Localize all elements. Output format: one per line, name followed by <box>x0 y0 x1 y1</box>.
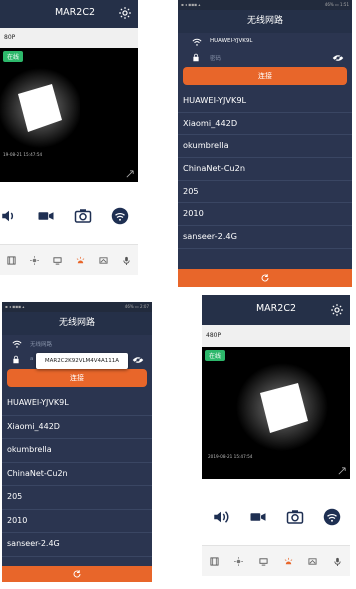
wifi-title: 无线网路 <box>2 312 152 335</box>
status-icons: ▪ ◂ ◾◾◾ ▴ <box>181 2 201 7</box>
network-item[interactable]: HUAWEI-YJVK9L <box>2 392 152 416</box>
camera-header: MAR2C2 <box>202 295 350 325</box>
image-icon[interactable] <box>99 256 108 265</box>
light-icon[interactable] <box>234 556 244 566</box>
ssid-value[interactable]: 无线网路 <box>30 340 52 348</box>
password-row: 密码 <box>178 51 352 65</box>
status-time: 46% ▭ 1:51 <box>324 2 349 7</box>
fullscreen-icon[interactable] <box>126 170 134 178</box>
connect-button[interactable]: 连接 <box>7 369 147 387</box>
video-record-icon[interactable] <box>37 207 55 225</box>
wifi-screen-bottom-left: ▪ ◂ ◾◾◾ ▴ 46% ▭ 2:07 无线网路 无线网路 a 连接 HUAW… <box>2 302 152 582</box>
image-icon[interactable] <box>308 557 318 566</box>
lock-icon <box>13 355 19 364</box>
network-item[interactable]: HUAWEI-YJVK9L <box>178 90 352 113</box>
control-row <box>0 202 138 230</box>
speaker-icon[interactable] <box>0 207 18 225</box>
wifi-screen-top-right: ▪ ◂ ◾◾◾ ▴ 46% ▭ 1:51 无线网路 HUAWEI-YJVK9L … <box>178 0 352 287</box>
ssid-value[interactable]: HUAWEI-YJVK9L <box>210 38 252 44</box>
online-badge: 在线 <box>205 350 226 361</box>
refresh-bar[interactable] <box>178 269 352 287</box>
network-item[interactable]: 205 <box>178 180 352 204</box>
camera-screen-top-left: MAR2C2 80P 在线 19-08-21 15:47:54 <box>0 0 138 287</box>
bottom-toolbar <box>0 245 138 275</box>
camera-icon[interactable] <box>286 508 304 526</box>
video-timestamp: 2019-08-21 15:47:54 <box>208 454 253 459</box>
resolution-label[interactable]: 80P <box>0 28 138 48</box>
network-item[interactable]: Xiaomi_442D <box>178 112 352 136</box>
fullscreen-icon[interactable] <box>338 467 346 475</box>
status-time: 46% ▭ 2:07 <box>124 304 149 309</box>
wifi-icon[interactable] <box>111 207 129 225</box>
network-item[interactable]: okumbrella <box>178 135 352 159</box>
connect-button[interactable]: 连接 <box>183 67 347 85</box>
network-item[interactable]: ChinaNet-Cu2n <box>178 158 352 181</box>
alarm-icon[interactable] <box>76 256 85 265</box>
wifi-title: 无线网路 <box>178 10 352 33</box>
lock-icon <box>193 53 199 62</box>
monitor-icon[interactable] <box>53 256 62 265</box>
video-feed[interactable]: 在线 2019-08-21 15:47:54 <box>202 347 350 479</box>
speaker-icon[interactable] <box>212 508 230 526</box>
password-field[interactable]: 密码 <box>210 54 221 62</box>
camera-icon[interactable] <box>74 207 92 225</box>
control-row <box>202 503 350 531</box>
bottom-toolbar <box>202 546 350 576</box>
network-item[interactable]: okumbrella <box>2 439 152 463</box>
status-bar: ▪ ◂ ◾◾◾ ▴ 46% ▭ 2:07 <box>2 302 152 312</box>
gear-icon[interactable] <box>118 6 132 20</box>
network-list: HUAWEI-YJVK9L Xiaomi_442D okumbrella Chi… <box>2 392 152 557</box>
light-square <box>0 68 80 148</box>
video-feed[interactable]: 在线 19-08-21 15:47:54 <box>0 48 138 182</box>
network-item[interactable]: 2010 <box>2 509 152 533</box>
network-item[interactable]: 2010 <box>178 203 352 227</box>
wifi-icon[interactable] <box>323 508 341 526</box>
resolution-label[interactable]: 480P <box>202 325 350 347</box>
camera-header: MAR2C2 <box>0 0 138 28</box>
status-bar: ▪ ◂ ◾◾◾ ▴ 46% ▭ 1:51 <box>178 0 352 10</box>
network-item[interactable]: sanseer-2.4G <box>2 533 152 557</box>
autocomplete-popup[interactable]: MAR2C2K92VLM4V4A111A <box>36 353 128 369</box>
network-list: HUAWEI-YJVK9L Xiaomi_442D okumbrella Chi… <box>178 90 352 249</box>
alarm-icon[interactable] <box>284 557 293 566</box>
ssid-row: 无线网路 <box>2 335 152 353</box>
wifi-icon <box>12 340 22 348</box>
video-record-icon[interactable] <box>249 508 267 526</box>
network-item[interactable]: 205 <box>2 486 152 510</box>
device-title: MAR2C2 <box>255 303 297 314</box>
mic-icon[interactable] <box>122 256 131 265</box>
network-item[interactable]: Xiaomi_442D <box>2 415 152 439</box>
network-item[interactable]: sanseer-2.4G <box>178 226 352 249</box>
gear-icon[interactable] <box>330 303 344 317</box>
monitor-icon[interactable] <box>259 557 268 566</box>
camera-screen-bottom-right: MAR2C2 480P 在线 2019-08-21 15:47:54 <box>202 295 350 582</box>
film-icon[interactable] <box>210 556 219 566</box>
eye-off-icon[interactable] <box>332 54 344 62</box>
film-icon[interactable] <box>7 255 16 265</box>
light-square <box>236 363 328 451</box>
light-icon[interactable] <box>30 255 39 265</box>
mic-icon[interactable] <box>333 557 342 566</box>
password-field[interactable]: a <box>30 356 33 362</box>
refresh-icon[interactable] <box>261 274 270 283</box>
ssid-row: HUAWEI-YJVK9L <box>178 33 352 51</box>
refresh-icon[interactable] <box>73 570 82 579</box>
wifi-icon <box>192 38 202 46</box>
eye-off-icon[interactable] <box>132 356 144 364</box>
video-timestamp: 19-08-21 15:47:54 <box>3 152 43 157</box>
network-item[interactable]: ChinaNet-Cu2n <box>2 462 152 486</box>
refresh-bar[interactable] <box>2 566 152 582</box>
status-icons: ▪ ◂ ◾◾◾ ▴ <box>5 304 25 309</box>
